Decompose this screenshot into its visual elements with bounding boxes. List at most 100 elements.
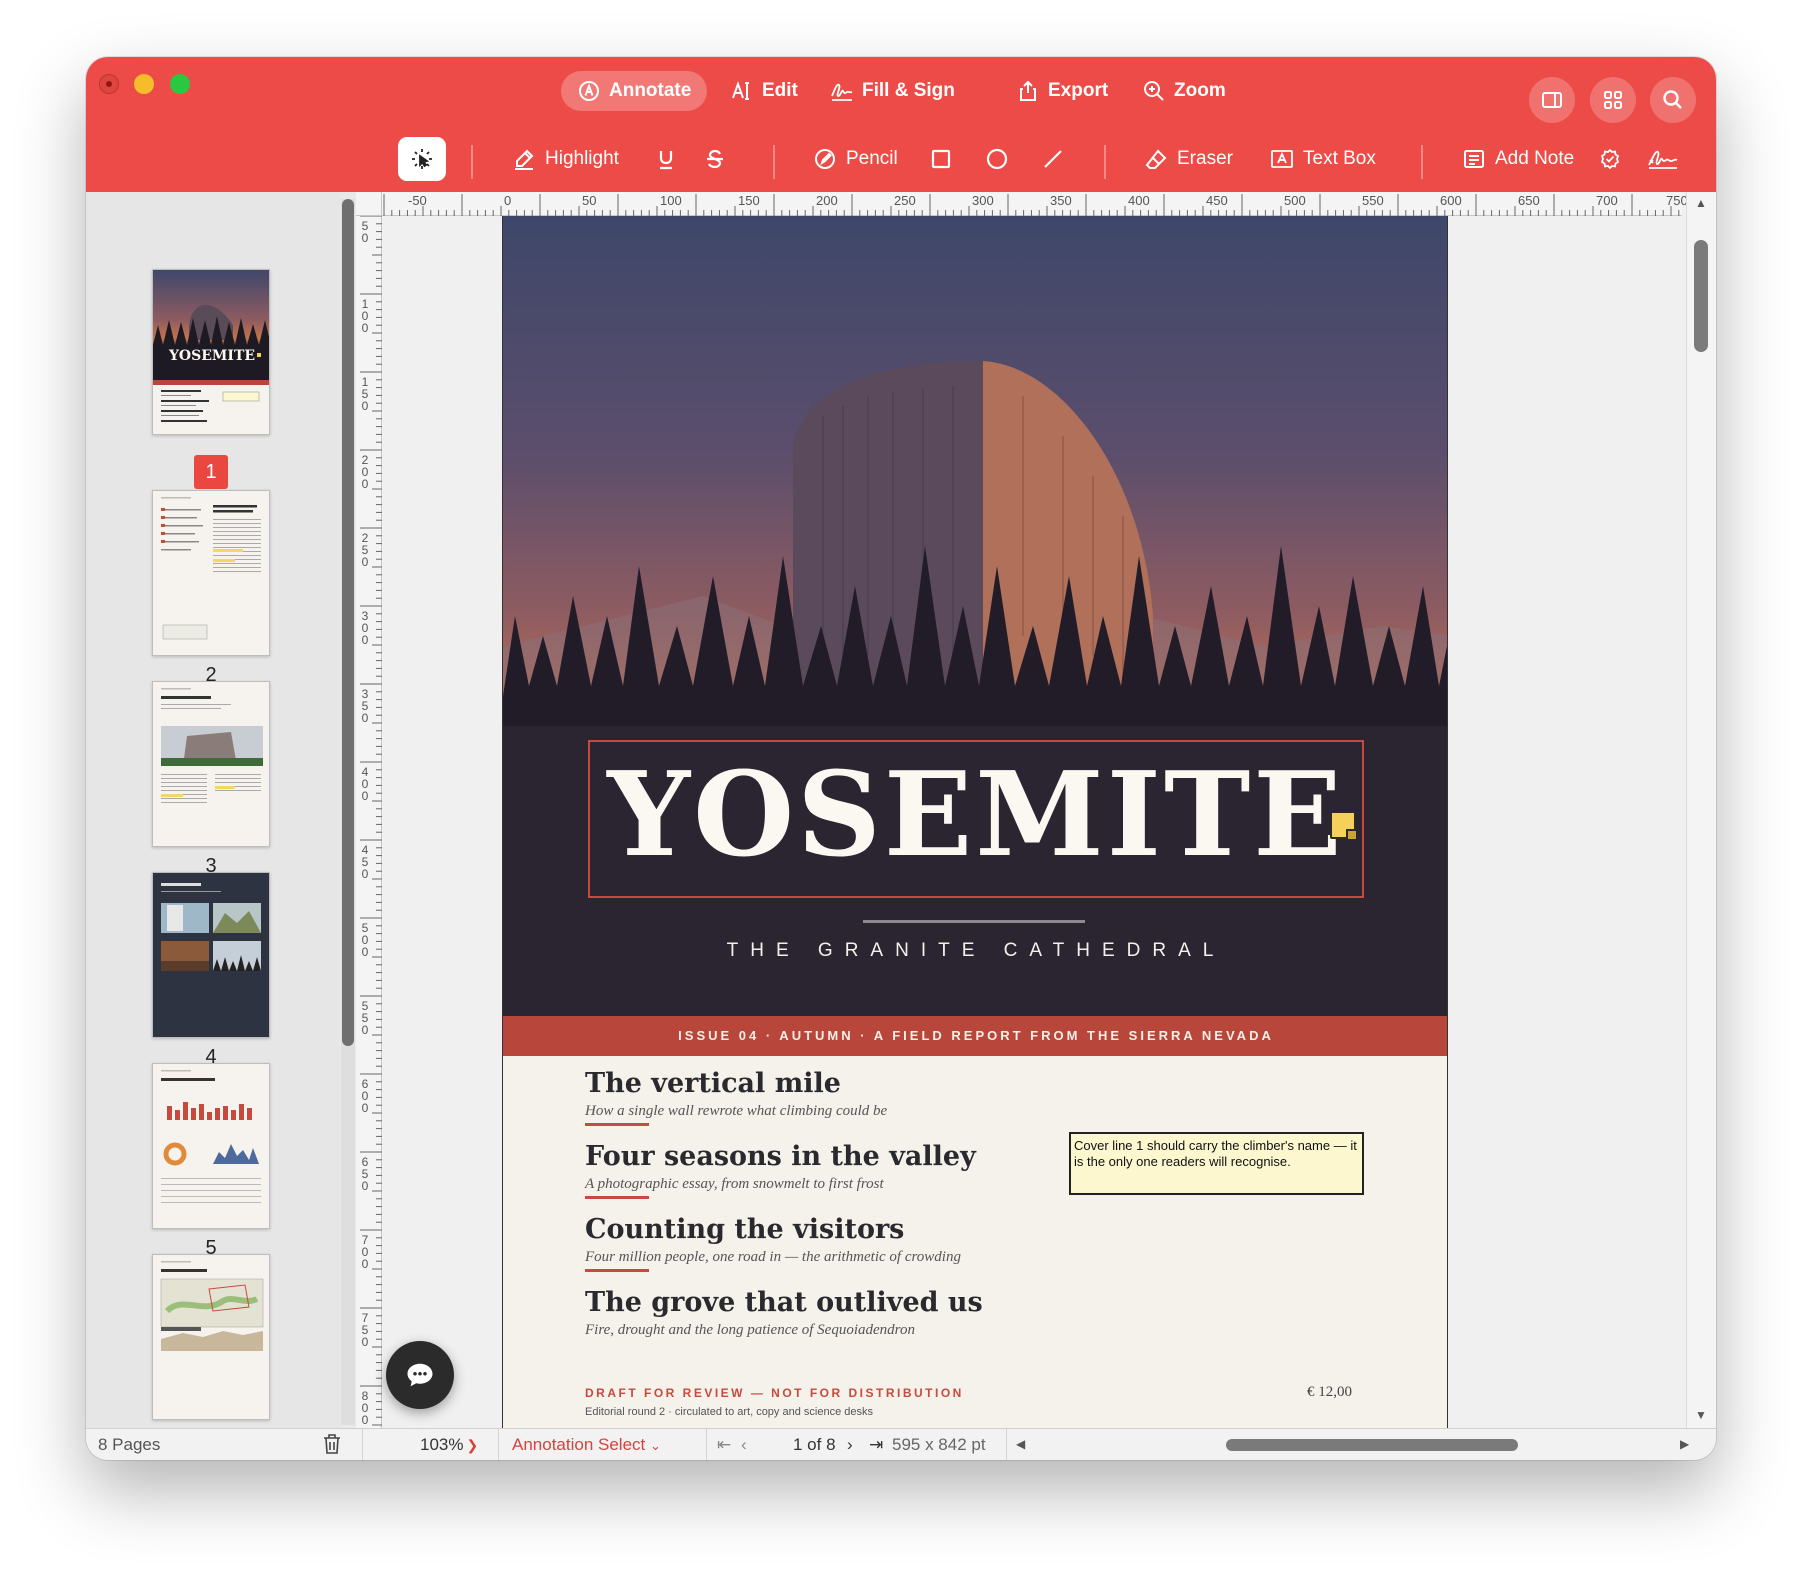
page-position[interactable]: 1 of 8 [793, 1435, 836, 1455]
zoom-level-select[interactable]: 103% ❯ [420, 1435, 478, 1455]
strikethrough-tool-button[interactable] [703, 137, 727, 181]
story-subtitle: A photographic essay, from snowmelt to f… [585, 1176, 884, 1192]
story-divider [585, 1269, 649, 1272]
tab-zoom[interactable]: Zoom [1126, 71, 1242, 111]
page-thumbnail-3[interactable] [152, 681, 270, 847]
search-icon [1663, 90, 1682, 109]
tab-annotate[interactable]: Annotate [561, 71, 708, 111]
line-icon [1044, 150, 1062, 168]
story-2: Four seasons in the valley A photographi… [585, 1141, 976, 1194]
mode-tabs: Annotate Edit Fill & Sign Export Zoom [86, 71, 1716, 123]
stamp-icon [1600, 148, 1620, 170]
ruler-v-label: 150 [361, 375, 369, 413]
first-page-button[interactable]: ⇤ [717, 1435, 731, 1455]
ruler-v-label: 600 [361, 1077, 369, 1115]
ruler-h-label: 200 [816, 193, 838, 208]
horizontal-scrollbar-thumb[interactable] [1226, 1439, 1518, 1451]
pdf-page[interactable]: YOSEMITE THE GRANITE CATHEDRAL ISSUE 04 … [502, 216, 1448, 1428]
ruler-h-label: 450 [1206, 193, 1228, 208]
ruler-h-label: 350 [1050, 193, 1072, 208]
ruler-v-label: 700 [361, 1233, 369, 1271]
document-viewport[interactable]: -50 0 50 100 150 200 250 300 350 400 450… [356, 192, 1716, 1428]
underline-icon [659, 151, 673, 170]
ruler-h-label: 0 [504, 193, 512, 208]
line-tool-button[interactable] [1041, 137, 1065, 181]
ruler-h-label: 150 [738, 193, 760, 208]
title-divider [863, 920, 1085, 923]
ruler-h-label: 250 [894, 193, 916, 208]
next-page-button[interactable]: › [847, 1435, 853, 1455]
select-tool-button[interactable] [398, 137, 446, 181]
chat-bubble-icon [407, 1363, 433, 1387]
ruler-v-label: 550 [361, 999, 369, 1037]
scroll-down-arrow[interactable]: ▼ [1695, 1408, 1707, 1422]
mode-select[interactable]: Annotation Select ⌄ [512, 1435, 661, 1455]
export-icon [1020, 80, 1036, 101]
story-subtitle: How a single wall rewrote what climbing … [585, 1103, 888, 1119]
scroll-right-arrow[interactable]: ▶ [1680, 1437, 1689, 1451]
chevron-down-icon: ❯ [466, 1437, 479, 1453]
tab-zoom-label: Zoom [1174, 80, 1226, 101]
ruler-h-label: 750 [1666, 193, 1688, 208]
tab-annotate-label: Annotate [609, 80, 692, 101]
tab-export[interactable]: Export [1000, 71, 1124, 111]
search-button[interactable] [1650, 77, 1696, 123]
eraser-tool-button[interactable]: Eraser [1144, 137, 1233, 181]
grid-view-button[interactable] [1590, 77, 1636, 123]
add-note-button[interactable]: Add Note [1462, 137, 1574, 181]
ruler-v-label: 50 [361, 219, 369, 245]
zoom-icon [1144, 81, 1164, 101]
ruler-v-label: 650 [361, 1155, 369, 1193]
signature-icon [1648, 150, 1678, 169]
sticky-note-icon[interactable] [1330, 811, 1356, 839]
vertical-scrollbar-thumb[interactable] [1694, 240, 1708, 352]
previous-page-button[interactable]: ‹ [741, 1435, 747, 1455]
ruler-v-label: 800 [361, 1389, 369, 1427]
mode-label: Annotation Select [512, 1435, 646, 1454]
tab-fill-sign[interactable]: Fill & Sign [814, 71, 971, 111]
ruler-h-label: 300 [972, 193, 994, 208]
ruler-h-label: 650 [1518, 193, 1540, 208]
comment-text-box[interactable]: Cover line 1 should carry the climber's … [1069, 1132, 1364, 1195]
tab-fill-sign-label: Fill & Sign [862, 80, 955, 101]
sidebar-toggle-icon [1542, 92, 1562, 108]
ruler-h-label: 50 [582, 193, 597, 208]
stamp-tool-button[interactable] [1598, 137, 1622, 181]
pencil-tool-label: Pencil [846, 148, 898, 169]
page-size: 595 x 842 pt [892, 1435, 986, 1454]
text-box-tool-button[interactable]: Text Box [1270, 137, 1376, 181]
ruler-v-label: 250 [361, 531, 369, 569]
sidebar-toggle-button[interactable] [1529, 77, 1575, 123]
page-number-1: 1 [194, 455, 228, 489]
sidebar-scrollbar-thumb[interactable] [342, 199, 354, 1046]
story-divider [585, 1196, 649, 1199]
tab-edit[interactable]: Edit [714, 71, 814, 111]
chat-button[interactable] [386, 1341, 454, 1409]
svg-text:YOSEMITE: YOSEMITE [168, 348, 255, 364]
note-icon [1464, 150, 1484, 168]
annotate-icon [579, 81, 599, 101]
story-divider [585, 1123, 649, 1126]
page-thumbnail-6[interactable] [152, 1254, 270, 1420]
page-thumbnail-5[interactable] [152, 1063, 270, 1229]
highlight-tool-button[interactable]: Highlight [512, 137, 619, 181]
annotation-tools: Highlight Pencil Eraser Text Box Add Not… [86, 137, 1716, 181]
last-page-button[interactable]: ⇥ [869, 1435, 883, 1455]
delete-page-button[interactable] [322, 1433, 342, 1460]
signature-tool-button[interactable] [1646, 137, 1680, 181]
story-title: Counting the visitors [585, 1214, 905, 1245]
rectangle-tool-button[interactable] [929, 137, 953, 181]
text-box-icon [1271, 150, 1293, 168]
ruler-v-label: 350 [361, 687, 369, 725]
pencil-tool-button[interactable]: Pencil [813, 137, 898, 181]
page-thumbnail-2[interactable] [152, 490, 270, 656]
scroll-up-arrow[interactable]: ▲ [1695, 196, 1707, 210]
circle-tool-button[interactable] [985, 137, 1009, 181]
page-thumbnail-1[interactable]: YOSEMITE [152, 269, 270, 435]
vertical-scrollbar[interactable] [1686, 192, 1716, 1428]
underline-tool-button[interactable] [654, 137, 678, 181]
zoom-level: 103% [420, 1435, 464, 1454]
scroll-left-arrow[interactable]: ◀ [1016, 1437, 1025, 1451]
page-thumbnail-4[interactable] [152, 872, 270, 1038]
eraser-icon [1145, 149, 1167, 169]
